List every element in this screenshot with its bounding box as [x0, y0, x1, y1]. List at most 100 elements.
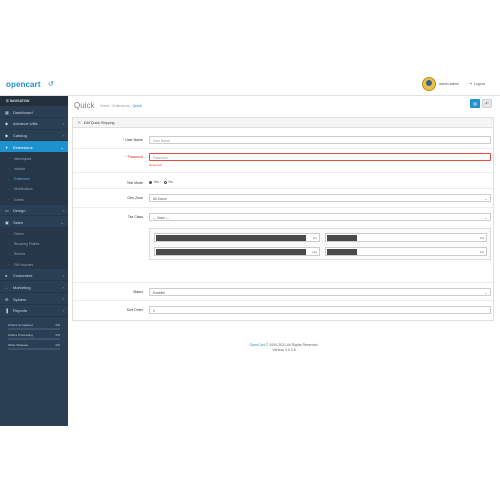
sidebar-item-label: Customers [13, 273, 33, 279]
status-value: Enabled [153, 291, 166, 295]
sidebar-subitem-modifications[interactable]: Modifications [0, 184, 68, 195]
sign-out-icon[interactable]: ↪ [469, 81, 472, 86]
footer-brand-link[interactable]: OpenCart [250, 343, 265, 347]
sidebar-heading: ☰ NAVIGATION [0, 96, 68, 106]
sort-order-label: Sort Order [126, 307, 143, 312]
test-mode-no-radio[interactable]: No [164, 180, 173, 184]
progress-track [8, 327, 60, 330]
username-placeholder: User Name [153, 139, 170, 143]
divider [73, 172, 495, 173]
sidebar-item-label: Dashboard [13, 109, 33, 115]
sidebar-subitem-gift-vouchers[interactable]: Gift Vouchers [0, 259, 68, 270]
sidebar-item-marketing[interactable]: ∴ Marketing › [0, 281, 68, 294]
share-icon: ∴ [5, 284, 8, 290]
radio-selected-indicator [149, 180, 152, 184]
avatar[interactable] [422, 77, 436, 91]
page-title: Quick [74, 101, 95, 110]
sidebar-item-catalog[interactable]: ◆ Catalog › [0, 130, 68, 142]
test-mode-yes-radio[interactable]: Yes [149, 180, 159, 184]
sidebar-item-label: Reports [13, 308, 28, 314]
panel-heading: ✎ Edit Quick Shipping [73, 118, 493, 128]
status-label: Status [133, 289, 143, 294]
username-input[interactable]: User Name [149, 136, 491, 144]
tag-icon: ◆ [5, 121, 9, 127]
progress-percent: 0% [55, 322, 60, 327]
progress-track [8, 337, 60, 340]
sidebar-subitem-events[interactable]: Events [0, 194, 68, 205]
breadcrumb-home[interactable]: Home [100, 104, 109, 108]
password-error: Required! [149, 162, 163, 167]
back-button[interactable]: ↶ [482, 99, 492, 108]
password-label: * Password [73, 155, 143, 159]
redacted-value [156, 235, 306, 241]
sidebar-item-label: Extensions [13, 144, 33, 150]
sidebar-subitem-extensions[interactable]: Extensions [0, 173, 68, 185]
sidebar-subitem-recurring-profiles[interactable]: Recurring Profiles [0, 238, 68, 249]
divider [73, 207, 495, 208]
password-input[interactable]: Password [149, 153, 491, 161]
sidebar-item-extensions[interactable]: ✦ Extensions ⌄ [0, 141, 68, 154]
tax-class-value: --- None --- [153, 216, 170, 220]
chevron-right-icon: › [62, 132, 64, 138]
sidebar-item-system[interactable]: ⚙ System › [0, 293, 68, 305]
breadcrumb-separator: › [130, 104, 132, 108]
progress-label: Orders Processing [8, 332, 33, 337]
sidebar-item-label: Marketing [13, 284, 31, 290]
monitor-icon: ▭ [5, 208, 9, 214]
sort-order-value: 2 [153, 309, 155, 313]
divider [73, 148, 495, 149]
sidebar-item-reports[interactable]: ▐ Reports › [0, 305, 68, 317]
tax-rate-input[interactable]: Fld [325, 247, 487, 256]
geo-zone-select[interactable]: All Zones ⌄ [149, 194, 491, 202]
breadcrumb-current[interactable]: Quick [133, 104, 142, 108]
menu-icon: ☰ [6, 99, 9, 103]
radio-label: No [168, 180, 173, 184]
tax-rate-suffix: fee [312, 236, 317, 240]
sidebar-subitem-orders[interactable]: Orders [0, 228, 68, 239]
sidebar-item-dashboard[interactable]: ▦ Dashboard [0, 106, 68, 118]
footer-version: Version 3.0.3.8 [272, 348, 296, 352]
sidebar-item-design[interactable]: ▭ Design › [0, 205, 68, 217]
chevron-down-icon: ⌄ [484, 215, 487, 220]
sidebar-subitem-installer[interactable]: Installer [0, 163, 68, 174]
brand-logo[interactable]: opencart [6, 80, 41, 89]
tax-rate-input[interactable]: fee [154, 233, 320, 242]
sidebar-subitem-returns[interactable]: Returns [0, 248, 68, 260]
sort-order-input[interactable]: 2 [149, 306, 491, 314]
chevron-down-icon: ⌄ [60, 144, 64, 150]
page-footer: OpenCart © 2009-2021 All Rights Reserved… [68, 343, 500, 353]
top-header: opencart ↺ admin admin ↪ Logout [0, 74, 500, 96]
tax-rates-container: fee Fld ekg Fld [149, 228, 491, 260]
chevron-right-icon: › [62, 296, 64, 302]
footer-copyright-text: © 2009-2021 All Rights Reserved. [264, 343, 319, 347]
reply-icon: ↶ [485, 101, 489, 106]
username-label: * User Name [73, 138, 143, 142]
puzzle-icon: ✦ [5, 144, 9, 150]
breadcrumb-extensions[interactable]: Extensions [112, 104, 129, 108]
status-select[interactable]: Enabled ⌄ [149, 288, 491, 296]
save-button[interactable]: ▤ [470, 99, 480, 108]
tax-rate-input[interactable]: Fld [325, 233, 487, 242]
tax-rate-suffix: Fld [479, 250, 484, 254]
tax-rate-suffix: ekg [312, 250, 317, 254]
tax-rate-input[interactable]: ekg [154, 247, 320, 256]
cart-logo-icon: ↺ [48, 81, 54, 88]
panel-heading-label: Edit Quick Shipping [83, 121, 115, 126]
sidebar-heading-label: NAVIGATION [9, 99, 30, 103]
chevron-right-icon: › [62, 121, 64, 127]
logout-link[interactable]: Logout [474, 82, 485, 86]
sidebar-item-sales[interactable]: ▣ Sales ⌄ [0, 216, 68, 229]
test-mode-label: Test Mode [126, 180, 143, 185]
user-icon: ● [5, 273, 8, 279]
progress-percent: 0% [55, 342, 60, 347]
geo-zone-label: Geo Zone [127, 195, 143, 200]
sidebar-subitem-marketplace[interactable]: Marketplace [0, 153, 68, 164]
sidebar-item-customers[interactable]: ● Customers › [0, 269, 68, 282]
bar-chart-icon: ▐ [5, 308, 8, 314]
password-placeholder: Password [153, 156, 168, 160]
sidebar-item-advance-utils[interactable]: ◆ Advance Utils › [0, 118, 68, 130]
tax-class-select[interactable]: --- None --- ⌄ [149, 213, 491, 221]
chevron-right-icon: › [62, 272, 64, 278]
chevron-down-icon: ⌄ [484, 290, 487, 295]
user-menu[interactable]: admin admin [439, 82, 459, 86]
